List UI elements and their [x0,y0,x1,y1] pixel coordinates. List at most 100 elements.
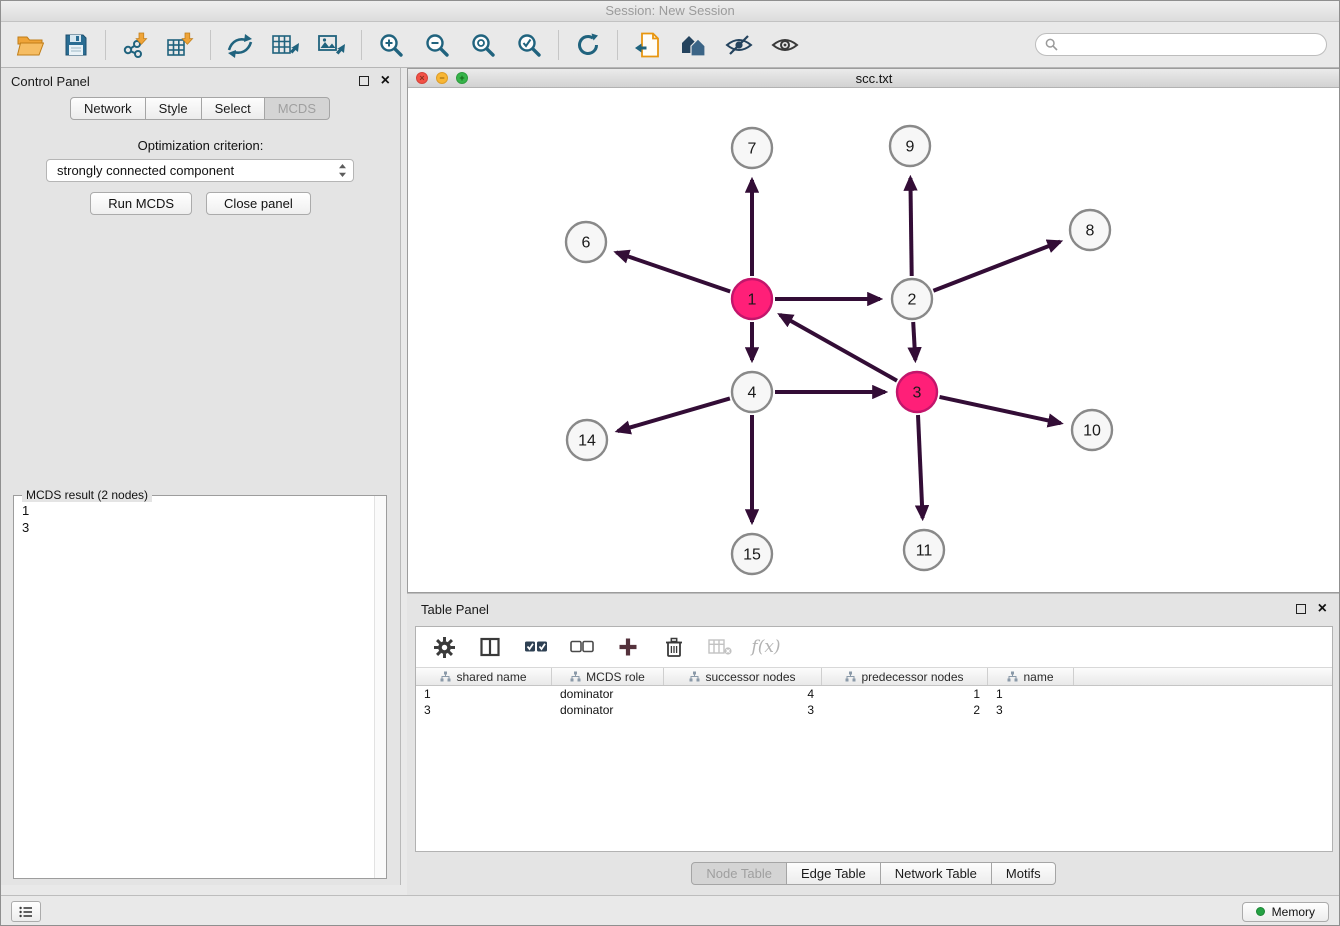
zoom-out-button[interactable] [420,28,454,62]
run-mcds-button[interactable]: Run MCDS [90,192,192,215]
minimize-window-button[interactable] [436,72,448,84]
zoom-selected-button[interactable] [512,28,546,62]
table-cell: 3 [988,703,1074,717]
tab-motifs[interactable]: Motifs [991,862,1056,885]
table-row[interactable]: 1dominator411 [416,686,1332,702]
import-table-icon [167,32,195,58]
deselect-all-button[interactable] [568,633,596,661]
hide-graphics-button[interactable] [722,28,756,62]
export-image-button[interactable] [315,28,349,62]
graph-node-11[interactable]: 11 [904,530,944,570]
graph-node-1[interactable]: 1 [732,279,772,319]
list-icon [19,906,33,918]
column-label: name [1023,670,1053,684]
search-box[interactable] [1035,33,1327,56]
node-table-header: shared name MCDS role successor nodes prede… [416,667,1332,686]
column-header-name[interactable]: name [988,668,1074,685]
graph-node-8[interactable]: 8 [1070,210,1110,250]
column-header-MCDS-role[interactable]: MCDS role [552,668,664,685]
status-list-button[interactable] [11,901,41,922]
graph-node-4[interactable]: 4 [732,372,772,412]
result-scrollbar[interactable] [374,496,386,878]
zoom-in-button[interactable] [374,28,408,62]
table-cell: 1 [822,687,988,701]
column-label: shared name [456,670,526,684]
tab-mcds[interactable]: MCDS [264,97,330,120]
graph-node-2[interactable]: 2 [892,279,932,319]
search-input[interactable] [1063,38,1317,52]
memory-label: Memory [1272,905,1315,919]
zoom-selected-icon [516,32,542,58]
column-label: successor nodes [705,670,795,684]
delete-rows-button[interactable] [660,633,688,661]
table-panel: Table Panel [407,593,1340,895]
tab-network[interactable]: Network [70,97,146,120]
tab-select[interactable]: Select [201,97,265,120]
table-row[interactable]: 3dominator323 [416,702,1332,718]
refresh-button[interactable] [571,28,605,62]
float-panel-icon[interactable] [359,76,369,86]
select-all-button[interactable] [522,633,550,661]
show-graphics-button[interactable] [768,28,802,62]
network-canvas[interactable]: 7 9 6 8 1 2 4 3 14 10 15 11 [408,88,1340,592]
eye-slash-icon [725,34,753,56]
table-cell: dominator [552,687,664,701]
tab-network-table[interactable]: Network Table [880,862,992,885]
maximize-window-button[interactable] [456,72,468,84]
delete-table-button [706,633,734,661]
table-cell: 3 [416,703,552,717]
graph-node-15[interactable]: 15 [732,534,772,574]
network-graph[interactable]: 7 9 6 8 1 2 4 3 14 10 15 11 [408,88,1340,592]
network-window-titlebar: scc.txt [408,69,1340,88]
zoom-group [362,28,558,62]
close-panel-icon[interactable] [381,76,390,86]
import-network-button[interactable] [118,28,152,62]
graph-node-10[interactable]: 10 [1072,410,1112,450]
share-document-button[interactable] [630,28,664,62]
memory-button[interactable]: Memory [1242,902,1329,922]
graph-node-6[interactable]: 6 [566,222,606,262]
export-table-button[interactable] [269,28,303,62]
graph-node-14[interactable]: 14 [567,420,607,460]
close-window-button[interactable] [416,72,428,84]
column-header-shared-name[interactable]: shared name [416,668,552,685]
network-tools-group [211,28,361,62]
svg-text:2: 2 [908,292,917,309]
tab-edge-table[interactable]: Edge Table [786,862,881,885]
close-panel-button[interactable]: Close panel [206,192,311,215]
mcds-result-title: MCDS result (2 nodes) [22,488,152,502]
new-network-icon [226,32,254,58]
open-file-button[interactable] [13,28,47,62]
gear-icon [434,637,455,658]
tab-node-table[interactable]: Node Table [691,862,787,885]
graph-node-3[interactable]: 3 [897,372,937,412]
column-header-successor-nodes[interactable]: successor nodes [664,668,822,685]
edge-3-10 [940,397,1061,423]
first-neighbors-button[interactable] [676,28,710,62]
edge-4-14 [618,398,730,431]
save-session-button[interactable] [59,28,93,62]
control-panel-tabs: NetworkStyleSelectMCDS [1,97,400,120]
window-title: Session: New Session [605,3,734,18]
zoom-in-icon [378,32,404,58]
table-settings-button[interactable] [430,633,458,661]
control-panel-title: Control Panel [11,74,90,89]
view-group [618,28,814,62]
import-group [106,28,210,62]
unchecked-boxes-icon [570,639,594,655]
column-label: MCDS role [586,670,645,684]
zoom-fit-button[interactable] [466,28,500,62]
add-row-button[interactable] [614,633,642,661]
tab-style[interactable]: Style [145,97,202,120]
close-table-panel-icon[interactable] [1318,604,1327,614]
column-label: predecessor nodes [861,670,963,684]
column-header-predecessor-nodes[interactable]: predecessor nodes [822,668,988,685]
table-cell: dominator [552,703,664,717]
graph-node-9[interactable]: 9 [890,126,930,166]
float-table-panel-icon[interactable] [1296,604,1306,614]
column-visibility-button[interactable] [476,633,504,661]
graph-node-7[interactable]: 7 [732,128,772,168]
import-table-button[interactable] [164,28,198,62]
criterion-dropdown[interactable]: strongly connected component [46,159,354,182]
new-network-button[interactable] [223,28,257,62]
